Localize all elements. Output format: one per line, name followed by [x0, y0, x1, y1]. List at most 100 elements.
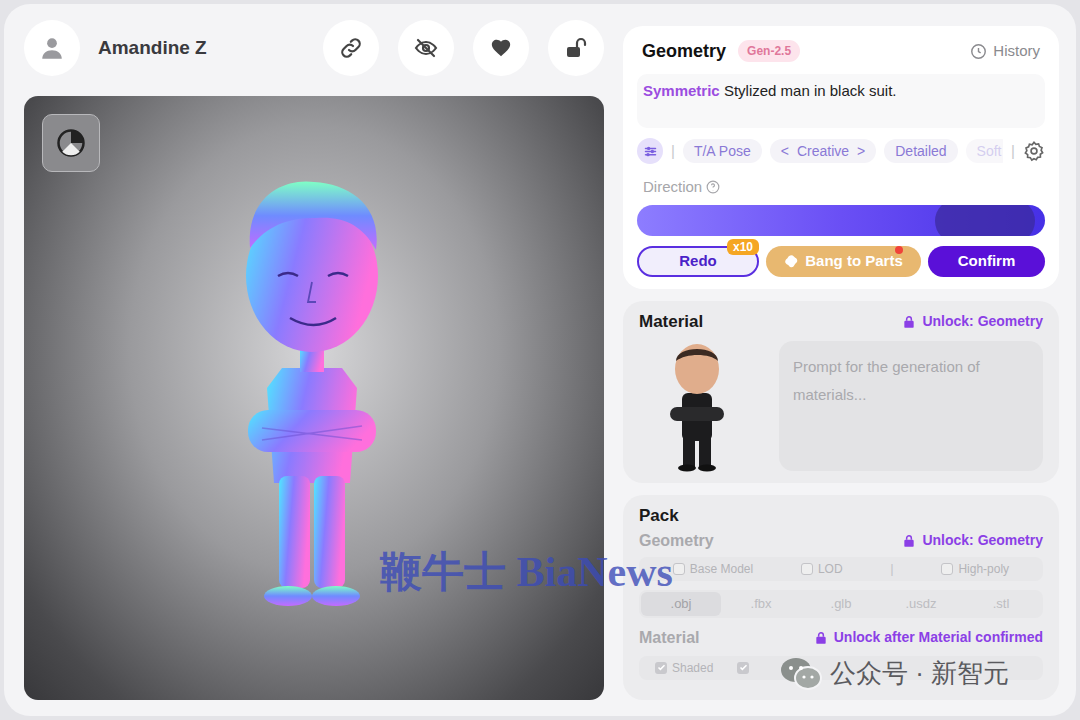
- option-chip[interactable]: Soft: [966, 139, 1003, 163]
- reference-figure: [662, 341, 732, 473]
- confirm-button[interactable]: Confirm: [928, 246, 1045, 277]
- option[interactable]: High-poly: [941, 560, 1009, 578]
- option[interactable]: Shaded: [655, 659, 713, 677]
- pack-geometry-label: Geometry: [639, 529, 714, 553]
- header: Amandine Z: [24, 20, 604, 76]
- material-lock-label: Unlock: Geometry: [922, 311, 1043, 332]
- visibility-button[interactable]: [398, 20, 454, 76]
- option-label: Shaded: [672, 659, 713, 677]
- separator: |: [1011, 140, 1015, 163]
- viewport[interactable]: [24, 96, 604, 700]
- wechat-watermark: 公众号 · 新智元: [780, 654, 1009, 693]
- direction-slider[interactable]: [637, 205, 1045, 236]
- link-button[interactable]: [323, 20, 379, 76]
- bianews-watermark: 鞭牛士 BiaNews: [380, 546, 673, 598]
- wechat-watermark-text: 公众号 · 新智元: [830, 654, 1009, 693]
- prev-arrow: <: [781, 141, 789, 162]
- notification-dot: [895, 246, 903, 254]
- option-label: LOD: [818, 560, 843, 578]
- redo-label: Redo: [679, 250, 717, 273]
- option-label: Base Model: [690, 560, 753, 578]
- pie-icon: [56, 128, 86, 158]
- checkbox[interactable]: [941, 563, 953, 575]
- material-card: Material Unlock: Geometry: [623, 301, 1059, 483]
- format-label: .stl: [993, 594, 1010, 614]
- prompt-keyword: Symmetric: [643, 82, 720, 99]
- chip-label: Detailed: [895, 141, 946, 162]
- format-option[interactable]: .glb: [801, 592, 881, 616]
- lock-icon: [902, 534, 916, 548]
- settings-toggle[interactable]: [637, 138, 663, 164]
- format-option[interactable]: .stl: [961, 592, 1041, 616]
- direction-label: Direction: [643, 176, 702, 199]
- format-option[interactable]: .obj: [641, 592, 721, 616]
- redo-badge: x10: [727, 239, 759, 255]
- geometry-title: Geometry: [642, 38, 726, 65]
- checkbox[interactable]: [801, 563, 813, 575]
- link-icon: [339, 36, 363, 60]
- left-column: Amandine Z: [24, 4, 604, 716]
- chip-label: Soft: [977, 141, 1002, 162]
- gear-icon[interactable]: [1023, 140, 1045, 162]
- checkbox[interactable]: [655, 662, 667, 674]
- right-column: Geometry Gen-2.5 History Symmetric Styli…: [623, 4, 1059, 716]
- bang-label: Bang to Parts: [805, 250, 903, 273]
- material-lock: Unlock: Geometry: [902, 311, 1043, 332]
- checkbox[interactable]: [737, 662, 749, 674]
- parts-icon: [784, 254, 799, 269]
- history-button[interactable]: History: [970, 40, 1040, 63]
- eye-off-icon: [414, 36, 438, 60]
- pack-geometry-lock: Unlock: Geometry: [902, 530, 1043, 551]
- option[interactable]: LOD: [801, 560, 843, 578]
- toolbar: [323, 20, 604, 76]
- geometry-options: Base Model LOD | High-poly: [639, 557, 1043, 581]
- lock-button[interactable]: [548, 20, 604, 76]
- prompt-box[interactable]: Symmetric Stylized man in black suit.: [637, 74, 1045, 128]
- option-chip[interactable]: T/A Pose: [683, 139, 762, 163]
- help-icon: [706, 180, 720, 194]
- redo-button[interactable]: Redo x10: [637, 246, 759, 277]
- format-label: .fbx: [751, 594, 772, 614]
- confirm-label: Confirm: [958, 250, 1016, 273]
- format-label: .usdz: [905, 594, 936, 614]
- clock-icon: [970, 43, 987, 60]
- avatar[interactable]: [24, 20, 80, 76]
- person-icon: [39, 35, 65, 61]
- bang-button[interactable]: Bang to Parts: [766, 246, 921, 277]
- heart-icon: [490, 37, 512, 59]
- history-label: History: [993, 40, 1040, 63]
- direction-preview: [935, 205, 1035, 236]
- lock-icon: [902, 315, 916, 329]
- pack-geometry-lock-label: Unlock: Geometry: [922, 530, 1043, 551]
- pack-material-lock: Unlock after Material confirmed: [814, 627, 1043, 648]
- format-option[interactable]: .fbx: [721, 592, 801, 616]
- option-chip[interactable]: Detailed: [884, 139, 957, 163]
- lock-icon: [814, 631, 828, 645]
- like-button[interactable]: [473, 20, 529, 76]
- option[interactable]: Base Model: [673, 560, 753, 578]
- next-arrow: >: [857, 141, 865, 162]
- option-chip[interactable]: <Creative>: [770, 139, 877, 163]
- separator: |: [890, 559, 893, 579]
- checkbox[interactable]: [673, 563, 685, 575]
- material-title: Material: [639, 309, 703, 335]
- material-prompt-input[interactable]: [779, 341, 1043, 471]
- material-reference-image: [639, 341, 755, 473]
- model-figure[interactable]: [232, 178, 392, 618]
- wechat-icon: [780, 656, 822, 692]
- format-option[interactable]: .usdz: [881, 592, 961, 616]
- format-options: .obj .fbx .glb .usdz .stl: [639, 590, 1043, 618]
- pack-title: Pack: [639, 505, 1043, 527]
- check-icon: [739, 663, 748, 672]
- user-name: Amandine Z: [98, 34, 207, 63]
- separator: |: [671, 140, 675, 163]
- shading-toggle[interactable]: [42, 114, 100, 172]
- version-badge: Gen-2.5: [738, 40, 800, 62]
- sliders-icon: [643, 144, 658, 159]
- pack-material-lock-label: Unlock after Material confirmed: [834, 627, 1043, 648]
- format-label: .obj: [671, 594, 692, 614]
- geometry-card: Geometry Gen-2.5 History Symmetric Styli…: [623, 26, 1059, 289]
- chip-row: | T/A Pose <Creative> Detailed Soft |: [637, 138, 1045, 164]
- check-icon: [657, 663, 666, 672]
- option[interactable]: [737, 662, 749, 674]
